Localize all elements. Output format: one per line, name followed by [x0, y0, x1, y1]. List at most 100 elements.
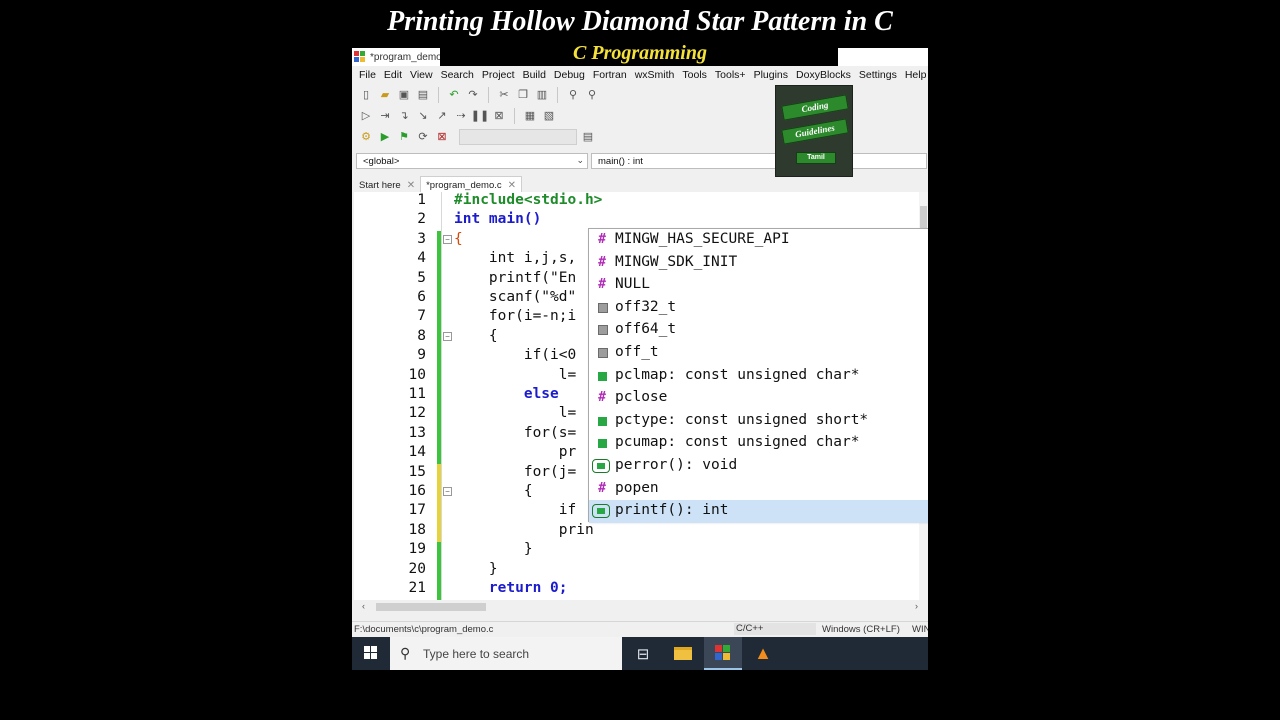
autocomplete-item[interactable]: # MINGW_HAS_SECURE_API	[589, 229, 928, 252]
menu-build[interactable]: Build	[520, 69, 551, 81]
menu-view[interactable]: View	[407, 69, 438, 81]
menu-project[interactable]: Project	[479, 69, 520, 81]
menu-search[interactable]: Search	[438, 69, 479, 81]
pause-icon[interactable]: ❚❚	[471, 108, 489, 124]
show-select-target-icon[interactable]: ▤	[580, 129, 596, 145]
code-line: pr	[454, 444, 577, 461]
autocomplete-item-selected[interactable]: printf(): int	[589, 500, 928, 523]
copy-icon[interactable]: ❐	[515, 87, 531, 103]
code-line: l=	[454, 405, 577, 422]
video-title: Printing Hollow Diamond Star Pattern in …	[387, 6, 893, 37]
variable-icon	[598, 371, 607, 381]
scroll-right-icon[interactable]: ›	[915, 601, 918, 611]
debug-windows-icon[interactable]: ▦	[522, 108, 538, 124]
rebuild-icon[interactable]: ⟳	[415, 129, 431, 145]
file-explorer-icon[interactable]	[664, 637, 702, 670]
function-icon	[592, 459, 610, 473]
menu-edit[interactable]: Edit	[381, 69, 407, 81]
autocomplete-item[interactable]: pcumap: const unsigned char*	[589, 432, 928, 455]
editor-tabs: Start here ✕ *program_demo.c ✕	[352, 174, 928, 194]
autocomplete-item[interactable]: off64_t	[589, 319, 928, 342]
debug-continue-icon[interactable]: ▷	[358, 108, 374, 124]
menu-debug[interactable]: Debug	[551, 69, 590, 81]
undo-icon[interactable]: ↶	[446, 87, 462, 103]
vlc-icon[interactable]: ▲	[744, 637, 782, 670]
stop-debug-icon[interactable]: ⊠	[491, 108, 507, 124]
redo-icon[interactable]: ↷	[465, 87, 481, 103]
autocomplete-item[interactable]: # NULL	[589, 274, 928, 297]
menu-help[interactable]: Help	[902, 69, 928, 81]
taskbar-search-box[interactable]: ⚲ Type here to search	[390, 637, 622, 670]
scroll-left-icon[interactable]: ‹	[362, 601, 365, 611]
replace-icon[interactable]: ⚲	[584, 87, 600, 103]
close-icon[interactable]: ✕	[508, 180, 516, 191]
line-number: 1	[417, 192, 426, 208]
run-to-cursor-icon[interactable]: ⇥	[377, 108, 393, 124]
menu-file[interactable]: File	[356, 69, 381, 81]
next-instruction-icon[interactable]: ⇢	[453, 108, 469, 124]
autocomplete-item[interactable]: # MINGW_SDK_INIT	[589, 252, 928, 275]
various-info-icon[interactable]: ▧	[541, 108, 557, 124]
menu-plugins[interactable]: Plugins	[751, 69, 793, 81]
menu-fortran[interactable]: Fortran	[590, 69, 632, 81]
vertical-scroll-thumb[interactable]	[920, 206, 927, 228]
autocomplete-item[interactable]: perror(): void	[589, 455, 928, 478]
line-number: 5	[417, 269, 426, 286]
abort-icon[interactable]: ⊠	[434, 129, 450, 145]
line-number: 10	[408, 366, 426, 383]
line-number: 3	[417, 230, 426, 247]
fold-margin	[441, 192, 442, 600]
autocomplete-item[interactable]: # pclose	[589, 387, 928, 410]
cut-icon[interactable]: ✂	[496, 87, 512, 103]
horizontal-scrollbar[interactable]: ‹ ›	[354, 600, 928, 614]
windows-taskbar: ⚲ Type here to search ⊟ ▲	[352, 637, 928, 670]
step-into-icon[interactable]: ↘	[415, 108, 431, 124]
line-number: 6	[417, 289, 426, 305]
menu-doxyblocks[interactable]: DoxyBlocks	[793, 69, 856, 81]
line-number: 15	[408, 463, 426, 480]
menu-tools-plus[interactable]: Tools+	[712, 69, 751, 81]
menu-wxsmith[interactable]: wxSmith	[632, 69, 680, 81]
fold-toggle-icon[interactable]: −	[443, 235, 452, 244]
fold-toggle-icon[interactable]: −	[443, 332, 452, 341]
autocomplete-item[interactable]: pctype: const unsigned short*	[589, 410, 928, 433]
fold-toggle-icon[interactable]: −	[443, 487, 452, 496]
build-gear-icon[interactable]: ⚙	[358, 129, 374, 145]
scope-select[interactable]: <global> ⌄	[356, 153, 588, 169]
horizontal-scroll-thumb[interactable]	[376, 603, 486, 611]
autocomplete-item-label: pctype: const unsigned short*	[615, 411, 869, 428]
autocomplete-item-label: pclose	[615, 389, 668, 406]
close-icon[interactable]: ✕	[407, 180, 415, 191]
logo-text: Guidelines	[781, 118, 849, 145]
function-select[interactable]: main() : int	[591, 153, 927, 169]
save-icon[interactable]: ▣	[396, 87, 412, 103]
code-line: scanf("%d"	[454, 289, 577, 305]
line-endings-indicator: Windows (CR+LF)	[822, 624, 900, 635]
code-editor[interactable]: 1 2 3 4 5 6 7 8 9 10 11 12 13 14 15 16 1…	[354, 192, 928, 600]
autocomplete-item[interactable]: off_t	[589, 342, 928, 365]
codeblocks-taskbar-icon[interactable]	[704, 637, 742, 670]
line-number: 16	[408, 483, 426, 499]
code-line: l=	[454, 366, 577, 383]
open-file-icon[interactable]: ▰	[377, 87, 393, 103]
video-subtitle: C Programming	[573, 42, 707, 64]
paste-icon[interactable]: ▥	[534, 87, 550, 103]
step-out-icon[interactable]: ↗	[434, 108, 450, 124]
autocomplete-item[interactable]: pclmap: const unsigned char*	[589, 365, 928, 388]
windows-start-icon[interactable]	[364, 646, 378, 660]
next-line-icon[interactable]: ↴	[396, 108, 412, 124]
task-view-icon[interactable]: ⊟	[624, 637, 662, 670]
build-and-run-icon[interactable]: ⚑	[396, 129, 412, 145]
autocomplete-item[interactable]: # popen	[589, 478, 928, 501]
code-line: int main()	[454, 211, 542, 228]
build-target-select[interactable]	[459, 128, 577, 145]
new-file-icon[interactable]: ▯	[358, 87, 374, 103]
run-icon[interactable]: ▶	[377, 129, 393, 145]
save-all-icon[interactable]: ▤	[415, 87, 431, 103]
find-icon[interactable]: ⚲	[565, 87, 581, 103]
language-indicator: C/C++	[734, 623, 816, 635]
code-line: printf("En	[454, 269, 577, 286]
menu-settings[interactable]: Settings	[856, 69, 902, 81]
autocomplete-item[interactable]: off32_t	[589, 297, 928, 320]
menu-tools[interactable]: Tools	[679, 69, 712, 81]
